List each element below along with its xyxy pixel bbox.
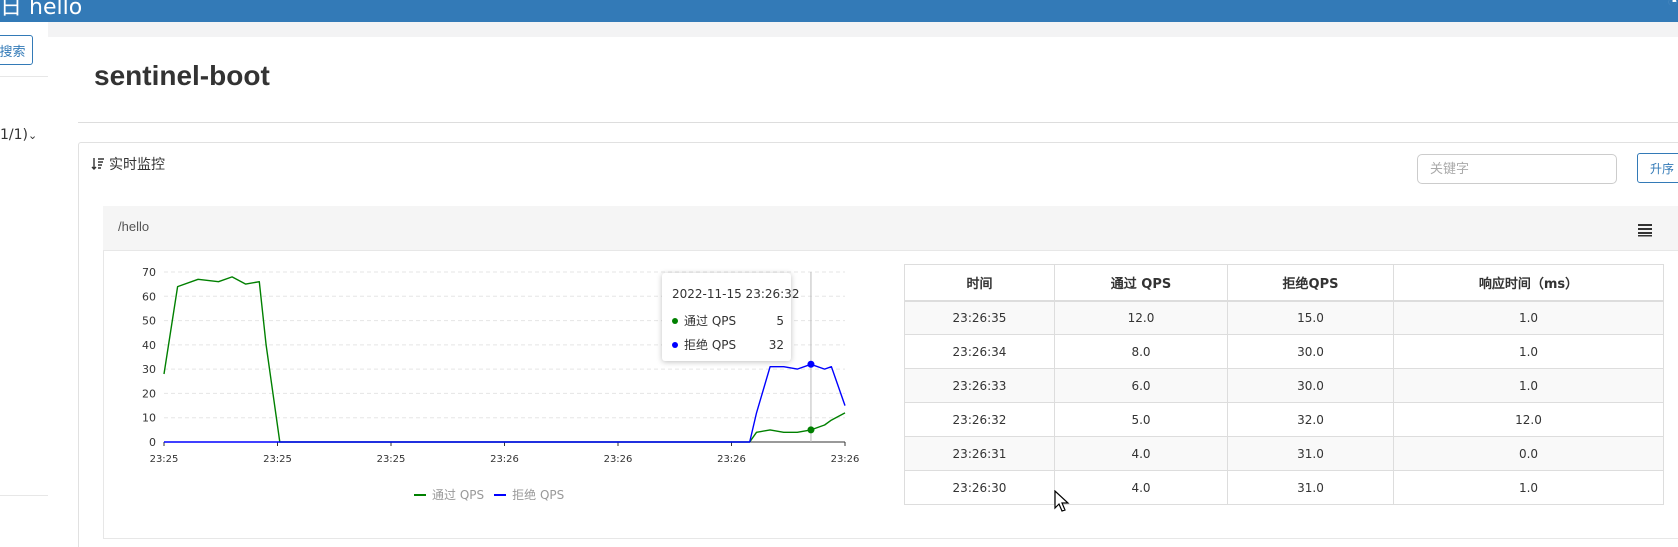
cell-rt: 1.0 [1393,334,1664,369]
cell-block-qps: 31.0 [1227,470,1394,505]
legend-label-pass: 通过 QPS [432,488,485,502]
cell-time: 23:26:34 [904,334,1055,369]
cell-pass-qps: 6.0 [1054,368,1228,403]
legend-item-pass[interactable]: 通过 QPS [414,486,484,503]
y-tick-label: 40 [142,339,156,352]
tooltip-row-pass-value: 5 [776,313,784,328]
col-header-time: 时间 [904,264,1055,302]
y-tick-label: 60 [142,290,156,303]
chart-tooltip: 2022-11-15 23:26:32 通过 QPS 5 拒绝 QPS 32 [662,273,799,361]
cell-rt: 1.0 [1393,368,1664,403]
tooltip-dot-pass [672,317,678,324]
cell-time: 23:26:32 [904,402,1055,437]
y-tick-label: 70 [142,266,156,279]
tooltip-row-block-name: 拒绝 QPS [684,338,737,352]
x-tick-label: 23:26 [717,454,746,465]
cell-pass-qps: 4.0 [1054,470,1228,505]
mouse-cursor-icon [1054,490,1070,512]
cell-time: 23:26:35 [904,300,1055,335]
col-header-block-qps: 拒绝QPS [1227,264,1394,302]
table-row: 23:26:32 5.0 32.0 12.0 [904,402,1664,437]
cell-block-qps: 32.0 [1227,402,1394,437]
x-tick-label: 23:25 [263,454,292,465]
cell-rt: 12.0 [1393,402,1664,437]
cell-block-qps: 15.0 [1227,300,1394,335]
tooltip-row-pass-name: 通过 QPS [684,314,737,328]
tooltip-row-block-value: 32 [768,337,784,352]
y-tick-label: 0 [149,436,156,449]
cell-pass-qps: 5.0 [1054,402,1228,437]
cell-rt: 1.0 [1393,470,1664,505]
table-row: 23:26:30 4.0 31.0 1.0 [904,470,1664,505]
table-header-row: 时间 通过 QPS 拒绝QPS 响应时间（ms） [904,264,1664,302]
cell-block-qps: 31.0 [1227,436,1394,471]
y-tick-label: 20 [142,387,156,400]
x-tick-label: 23:26 [490,454,519,465]
y-tick-label: 50 [142,315,156,328]
highlight-point-pass-qps [807,426,815,434]
tooltip-time: 2022-11-15 23:26:32 [672,287,800,301]
table-row: 23:26:31 4.0 31.0 0.0 [904,436,1664,471]
cell-time: 23:26:30 [904,470,1055,505]
y-tick-label: 10 [142,412,156,425]
x-tick-label: 23:25 [377,454,406,465]
cell-time: 23:26:31 [904,436,1055,471]
table-row: 23:26:34 8.0 30.0 1.0 [904,334,1664,369]
chart-legend: 通过 QPS 拒绝 QPS [414,486,564,503]
col-header-rt: 响应时间（ms） [1393,264,1664,302]
cell-rt: 1.0 [1393,300,1664,335]
cell-rt: 0.0 [1393,436,1664,471]
tooltip-row-block: 拒绝 QPS 32 [672,336,784,353]
highlight-point-block-qps [807,360,815,368]
x-tick-label: 23:26 [831,454,860,465]
col-header-pass-qps: 通过 QPS [1054,264,1228,302]
legend-item-block[interactable]: 拒绝 QPS [494,486,564,503]
tooltip-dot-block [672,341,678,348]
legend-label-block: 拒绝 QPS [512,488,565,502]
cell-time: 23:26:33 [904,368,1055,403]
table-row: 23:26:33 6.0 30.0 1.0 [904,368,1664,403]
metrics-table: 时间 通过 QPS 拒绝QPS 响应时间（ms） 23:26:35 12.0 1… [904,264,1664,505]
cell-pass-qps: 8.0 [1054,334,1228,369]
tooltip-row-pass: 通过 QPS 5 [672,312,784,329]
x-tick-label: 23:25 [150,454,179,465]
cell-pass-qps: 4.0 [1054,436,1228,471]
cell-block-qps: 30.0 [1227,334,1394,369]
series-line-block-qps [164,363,846,443]
table-row: 23:26:35 12.0 15.0 1.0 [904,300,1664,335]
y-tick-label: 30 [142,363,156,376]
cell-block-qps: 30.0 [1227,368,1394,403]
cell-pass-qps: 12.0 [1054,300,1228,335]
legend-swatch-block [494,493,507,496]
x-tick-label: 23:26 [604,454,633,465]
legend-swatch-pass [414,493,426,496]
